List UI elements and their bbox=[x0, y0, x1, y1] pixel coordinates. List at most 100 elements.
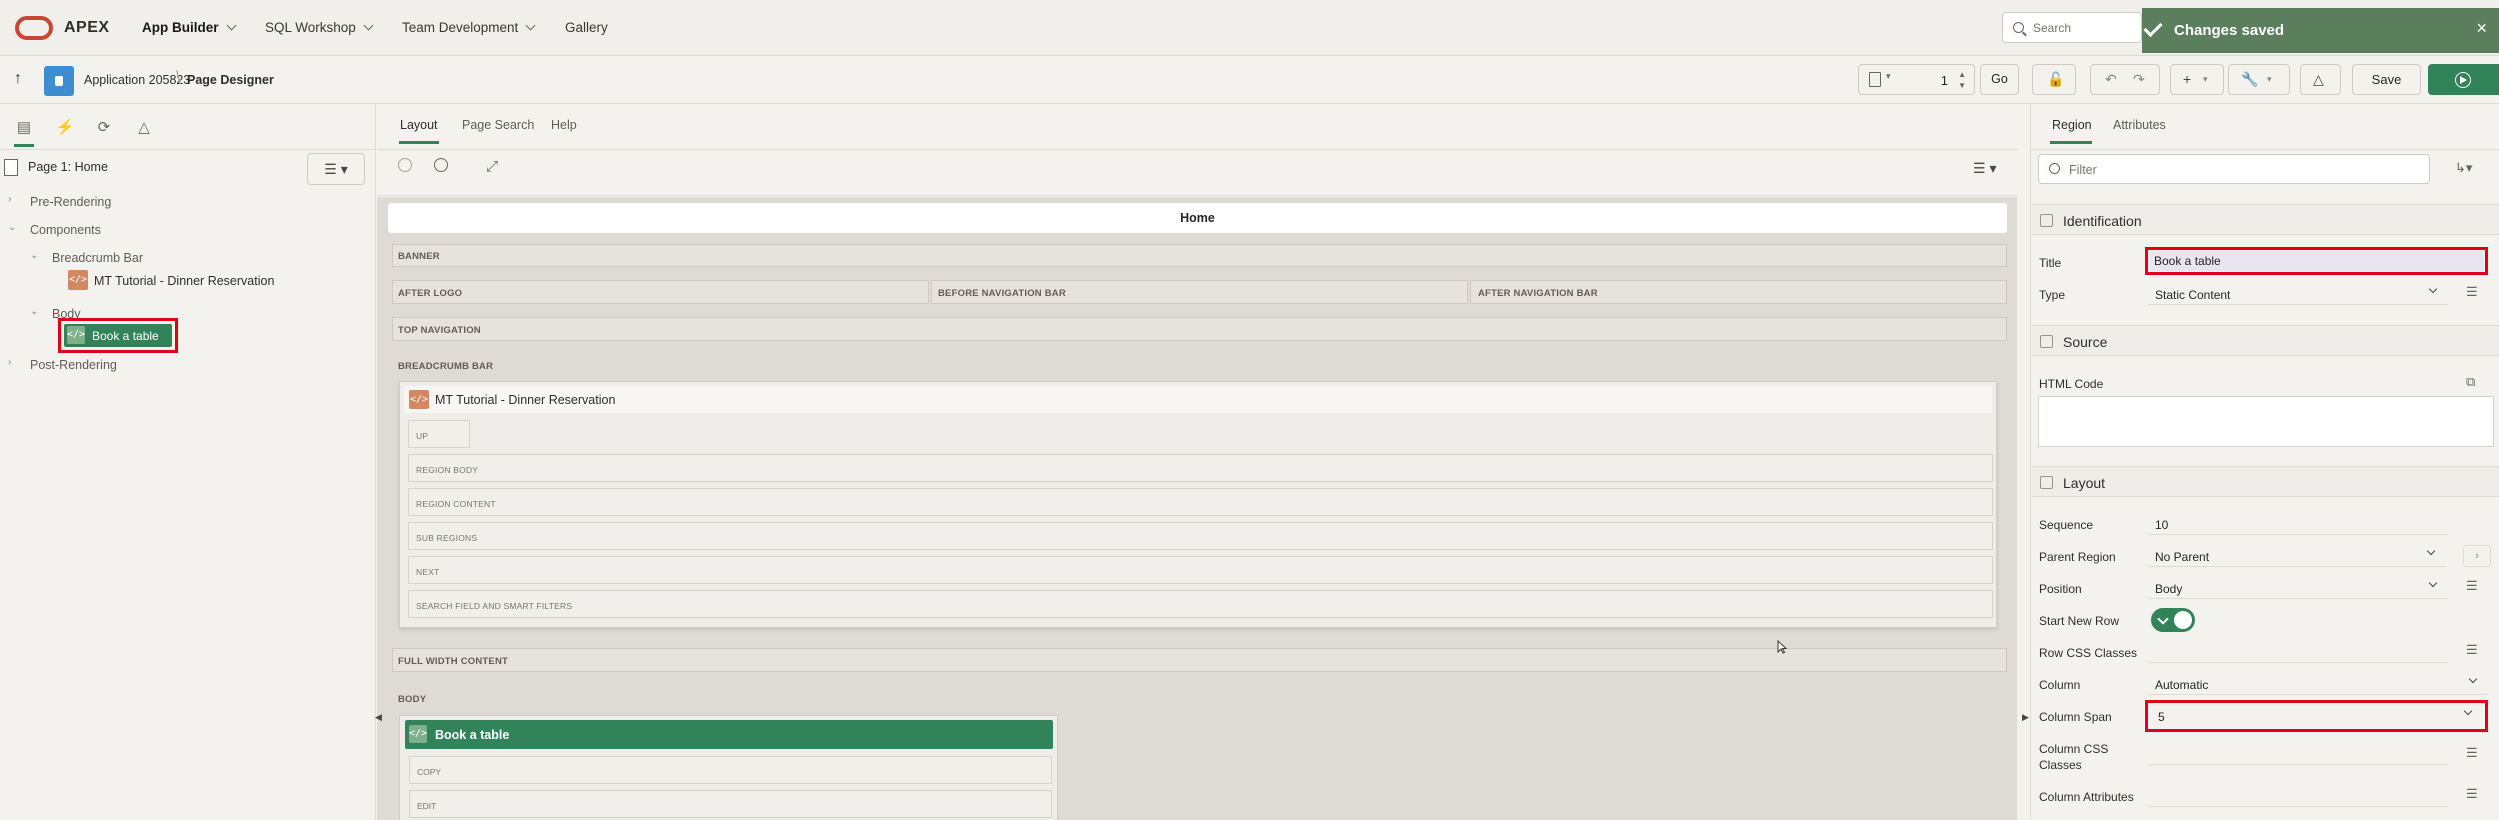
html-code-textarea[interactable] bbox=[2038, 396, 2494, 447]
run-page-button[interactable] bbox=[2428, 64, 2499, 95]
subslot-copy[interactable]: COPY bbox=[409, 756, 1052, 784]
column-attributes-field[interactable] bbox=[2148, 785, 2448, 807]
tree-node-post-rendering[interactable]: Post-Rendering bbox=[30, 358, 117, 372]
layout-menu-icon[interactable]: ☰ ▾ bbox=[1973, 160, 1996, 177]
apex-brand[interactable]: APEX bbox=[64, 19, 110, 37]
nav-app-builder[interactable]: App Builder bbox=[142, 20, 236, 35]
list-icon[interactable]: ☰ bbox=[2466, 284, 2478, 300]
redo-icon[interactable]: ↷ bbox=[2133, 71, 2145, 88]
chevron-down-icon bbox=[2428, 578, 2438, 588]
create-menu-button[interactable]: + ▾ bbox=[2170, 64, 2224, 95]
page-selector[interactable]: ▾ 1 ▲ ▼ bbox=[1858, 64, 1975, 95]
property-filter-input[interactable]: Filter bbox=[2038, 154, 2430, 184]
subslot-search-field-label: SEARCH FIELD AND SMART FILTERS bbox=[416, 601, 573, 611]
subslot-region-body[interactable]: REGION BODY bbox=[408, 454, 1993, 482]
zoom-out-icon[interactable] bbox=[398, 158, 412, 172]
page-icon bbox=[1869, 72, 1881, 87]
section-layout[interactable]: Layout bbox=[2032, 466, 2499, 497]
application-icon[interactable] bbox=[44, 66, 74, 96]
tab-rendering-icon[interactable]: ▤ bbox=[14, 118, 34, 147]
title-field-value: Book a table bbox=[2154, 254, 2221, 268]
utilities-menu-button[interactable]: 🔧 ▾ bbox=[2228, 64, 2290, 95]
collapse-right-icon[interactable]: ▶ bbox=[2022, 712, 2029, 723]
subslot-sub-regions[interactable]: SUB REGIONS bbox=[408, 522, 1993, 550]
collapse-checkbox-icon[interactable] bbox=[2040, 335, 2053, 348]
go-button[interactable]: Go bbox=[1980, 64, 2019, 95]
tab-processing-icon[interactable]: ⟳ bbox=[94, 118, 114, 136]
global-search-input[interactable]: Search bbox=[2002, 12, 2142, 43]
subslot-copy-label: COPY bbox=[417, 767, 442, 777]
go-to-group-icon[interactable]: ↳▾ bbox=[2455, 160, 2472, 176]
tab-dynamic-actions-icon[interactable]: ⚡ bbox=[55, 118, 75, 136]
column-span-select[interactable]: 5 bbox=[2151, 705, 2483, 727]
chevron-down-icon[interactable]: ⌄ bbox=[30, 306, 38, 317]
slot-banner[interactable] bbox=[392, 244, 2007, 267]
slot-full-width-content[interactable] bbox=[392, 648, 2007, 672]
start-new-row-toggle[interactable] bbox=[2151, 608, 2195, 632]
list-icon[interactable]: ☰ bbox=[2466, 642, 2478, 658]
subslot-edit[interactable]: EDIT bbox=[409, 790, 1052, 818]
chevron-right-icon[interactable]: › bbox=[2463, 545, 2491, 567]
position-select[interactable]: Body bbox=[2148, 577, 2448, 599]
code-editor-icon[interactable]: ⧉ bbox=[2466, 374, 2475, 390]
section-identification[interactable]: Identification bbox=[2032, 204, 2499, 235]
nav-sql-workshop[interactable]: SQL Workshop bbox=[265, 20, 374, 35]
tree-node-pre-rendering[interactable]: Pre-Rendering bbox=[30, 195, 111, 209]
collapse-checkbox-icon[interactable] bbox=[2040, 476, 2053, 489]
tree-node-mt-tutorial-region[interactable]: MT Tutorial - Dinner Reservation bbox=[94, 274, 274, 288]
tree-node-page[interactable]: Page 1: Home bbox=[28, 160, 108, 174]
tree-menu-button[interactable]: ☰ ▾ bbox=[307, 153, 365, 185]
chevron-down-icon[interactable]: ⌄ bbox=[8, 222, 16, 233]
nav-gallery[interactable]: Gallery bbox=[565, 20, 608, 35]
close-icon[interactable]: × bbox=[2476, 18, 2487, 39]
tab-page-search[interactable]: Page Search bbox=[462, 118, 534, 132]
collapse-left-icon[interactable]: ◀ bbox=[375, 712, 382, 723]
collapse-checkbox-icon[interactable] bbox=[2040, 214, 2053, 227]
parent-region-select[interactable]: No Parent bbox=[2148, 545, 2446, 567]
row-css-field[interactable] bbox=[2148, 641, 2448, 663]
zoom-in-icon[interactable] bbox=[434, 158, 448, 172]
subslot-up[interactable]: UP bbox=[408, 420, 470, 448]
chevron-down-icon[interactable]: ⌄ bbox=[30, 250, 38, 261]
nav-team-development[interactable]: Team Development bbox=[402, 20, 536, 35]
tree-node-breadcrumb-bar[interactable]: Breadcrumb Bar bbox=[52, 251, 143, 265]
tab-help[interactable]: Help bbox=[551, 118, 577, 132]
subslot-region-content[interactable]: REGION CONTENT bbox=[408, 488, 1993, 516]
list-icon[interactable]: ☰ bbox=[2466, 578, 2478, 594]
subslot-next[interactable]: NEXT bbox=[408, 556, 1993, 584]
chevron-right-icon[interactable]: › bbox=[8, 357, 11, 368]
page-number-input[interactable]: 1 bbox=[1941, 73, 1948, 88]
region-code-icon: </> bbox=[409, 390, 429, 409]
expand-icon[interactable]: ⤢ bbox=[486, 158, 498, 175]
shared-components-button[interactable]: △ bbox=[2300, 64, 2341, 95]
slot-after-logo[interactable] bbox=[392, 280, 929, 304]
prop-sequence-label: Sequence bbox=[2039, 518, 2094, 532]
column-css-field[interactable] bbox=[2148, 743, 2448, 765]
spinner-icon[interactable]: ▲ ▼ bbox=[1958, 69, 1966, 91]
breadcrumb-region-header[interactable]: </> MT Tutorial - Dinner Reservation bbox=[404, 386, 1992, 413]
chevron-right-icon[interactable]: › bbox=[8, 194, 11, 205]
tab-layout[interactable]: Layout bbox=[399, 118, 439, 144]
subslot-search-field[interactable]: SEARCH FIELD AND SMART FILTERS bbox=[408, 590, 1993, 618]
tab-attributes[interactable]: Attributes bbox=[2113, 118, 2166, 132]
list-icon[interactable]: ☰ bbox=[2466, 786, 2478, 802]
book-region-header[interactable]: </> Book a table bbox=[405, 720, 1053, 749]
list-icon[interactable]: ☰ bbox=[2466, 745, 2478, 761]
arrow-up-icon[interactable]: ↑ bbox=[14, 70, 22, 88]
breadcrumb-application[interactable]: Application 205823 bbox=[84, 73, 190, 87]
tree-node-book-a-table[interactable]: </> Book a table bbox=[64, 324, 172, 347]
title-field[interactable]: Book a table bbox=[2150, 251, 2484, 271]
tab-shared-components-icon[interactable]: △ bbox=[134, 118, 154, 136]
save-button[interactable]: Save bbox=[2352, 64, 2421, 95]
column-select[interactable]: Automatic bbox=[2148, 673, 2488, 695]
tree-node-components[interactable]: Components bbox=[30, 223, 101, 237]
section-source[interactable]: Source bbox=[2032, 325, 2499, 356]
sequence-field[interactable]: 10 bbox=[2148, 513, 2448, 535]
tab-region[interactable]: Region bbox=[2050, 118, 2092, 144]
slot-top-navigation[interactable] bbox=[392, 317, 2007, 341]
lock-page-button[interactable]: 🔓 bbox=[2032, 64, 2076, 95]
oracle-logo-icon[interactable] bbox=[15, 16, 53, 40]
undo-icon[interactable]: ↶ bbox=[2105, 71, 2117, 88]
type-select[interactable]: Static Content bbox=[2148, 283, 2448, 305]
undo-redo-group[interactable]: ↶ ↷ bbox=[2090, 64, 2160, 95]
